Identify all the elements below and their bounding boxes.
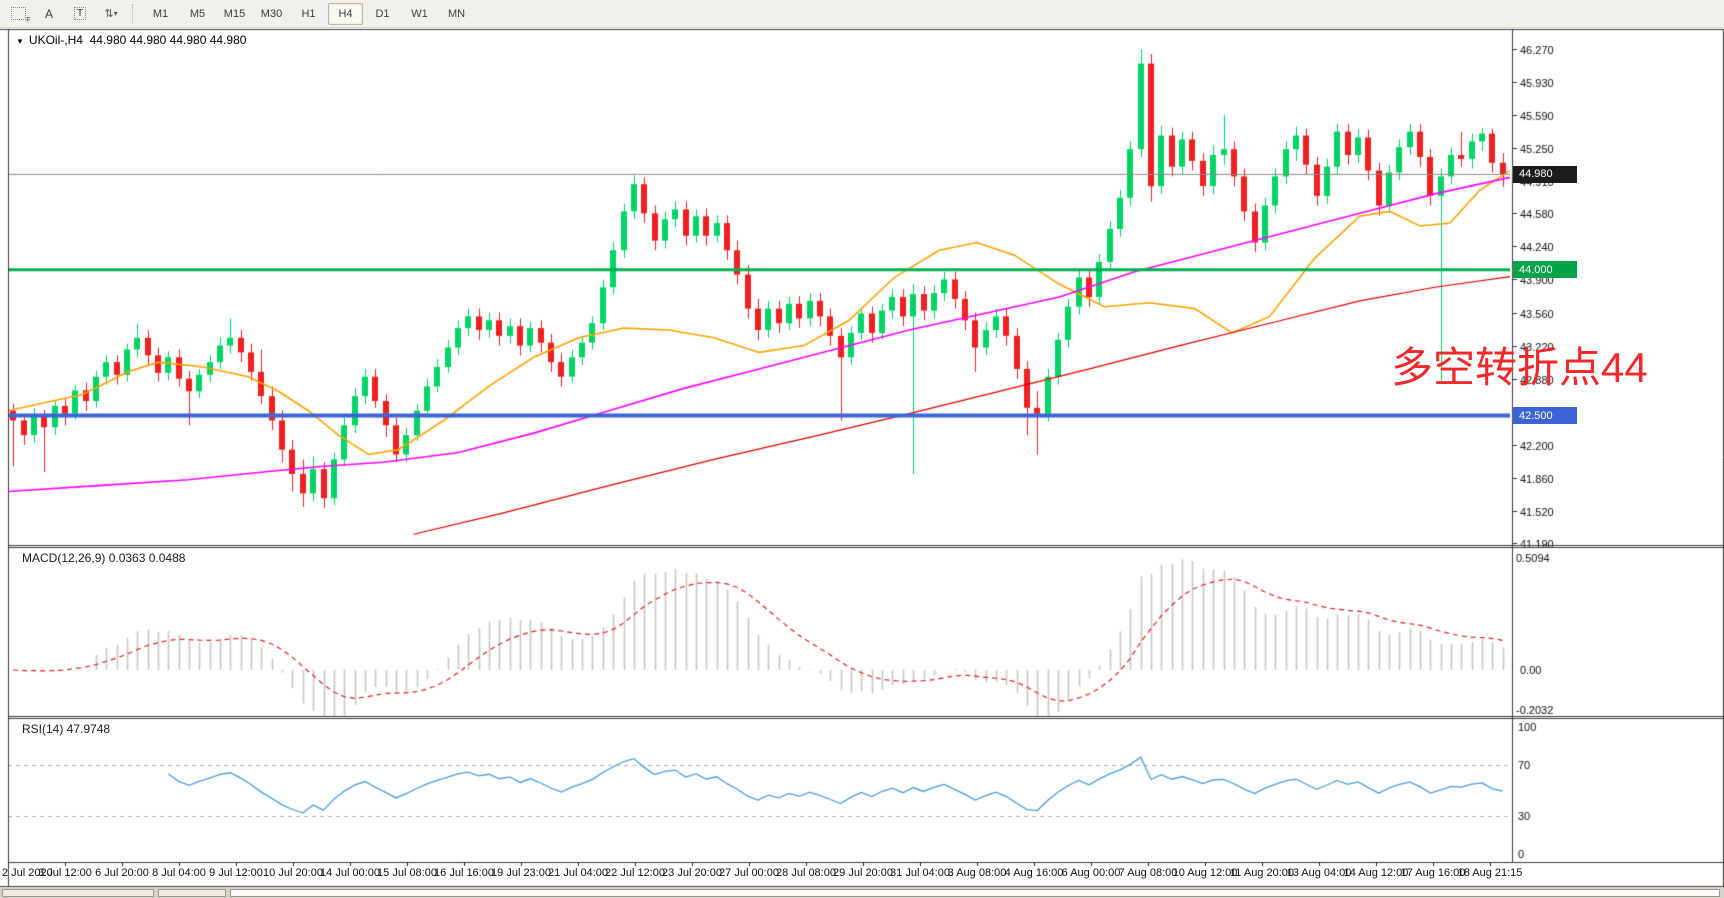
symbol-period-label: UKOil-,H4 <box>29 33 83 47</box>
bottom-tab[interactable] <box>158 889 226 897</box>
time-axis-label: 14 Jul 00:00 <box>320 867 380 879</box>
timeframe-button-m30[interactable]: M30 <box>254 3 289 25</box>
time-axis-label: 18 Aug 21:15 <box>1458 867 1523 879</box>
price-level-label-42.500: 42.500 <box>1513 407 1577 424</box>
time-axis-label: 15 Jul 08:00 <box>377 867 437 879</box>
time-axis-label: 16 Jul 16:00 <box>434 867 494 879</box>
time-axis-label: 3 Jul 12:00 <box>38 867 92 879</box>
time-axis-label: 10 Jul 20:00 <box>263 867 323 879</box>
bottom-panel <box>230 889 1720 897</box>
time-axis-label: 3 Aug 08:00 <box>948 867 1007 879</box>
timeframe-button-mn[interactable]: MN <box>439 3 474 25</box>
mt4-window: { "toolbar": { "icons": [ {"name":"chart… <box>0 0 1724 898</box>
time-axis-label: 28 Jul 08:00 <box>776 867 836 879</box>
chart-annotation-text: 多空转折点44 <box>1391 334 1648 395</box>
time-axis-label: 8 Jul 04:00 <box>152 867 206 879</box>
rsi-indicator-label: RSI(14) 47.9748 <box>22 722 110 736</box>
timeframe-toolbar: M1M5M15M30H1H4D1W1MN <box>142 3 475 25</box>
timeframe-button-h1[interactable]: H1 <box>291 3 326 25</box>
timeframe-button-m15[interactable]: M15 <box>217 3 252 25</box>
time-axis-label: 14 Aug 12:00 <box>1344 867 1409 879</box>
text-tool-icon[interactable]: T <box>67 2 93 25</box>
time-axis-label: 4 Aug 16:00 <box>1005 867 1064 879</box>
chevron-down-icon: ▾ <box>114 9 118 18</box>
time-axis-label: 27 Jul 00:00 <box>719 867 779 879</box>
collapse-triangle-icon: ▼ <box>16 37 24 46</box>
time-axis-label: 11 Aug 20:00 <box>1230 867 1294 879</box>
time-axis-label: 22 Jul 12:00 <box>605 867 665 879</box>
price-level-label-44.980: 44.980 <box>1513 166 1577 183</box>
chart-title[interactable]: ▼ UKOil-,H4 44.980 44.980 44.980 44.980 <box>16 33 246 47</box>
time-axis[interactable]: 2 Jul 20203 Jul 12:006 Jul 20:008 Jul 04… <box>0 867 1724 885</box>
time-axis-label: 6 Aug 00:00 <box>1062 867 1121 879</box>
time-axis-label: 19 Jul 23:00 <box>491 867 551 879</box>
timeframe-button-d1[interactable]: D1 <box>365 3 400 25</box>
timeframe-button-m5[interactable]: M5 <box>180 3 215 25</box>
time-axis-label: 23 Jul 20:00 <box>662 867 722 879</box>
ohlc-quotes: 44.980 44.980 44.980 44.980 <box>90 33 247 47</box>
chart-grid-icon[interactable] <box>5 2 31 25</box>
top-toolbar: A T ⇅▾ M1M5M15M30H1H4D1W1MN <box>0 0 1724 28</box>
time-axis-label: 10 Aug 12:00 <box>1173 867 1238 879</box>
timeframe-button-h4[interactable]: H4 <box>328 3 363 25</box>
font-tool-icon[interactable]: A <box>36 2 62 25</box>
time-axis-label: 29 Jul 20:00 <box>833 867 893 879</box>
macd-indicator-label: MACD(12,26,9) 0.0363 0.0488 <box>22 551 185 565</box>
chart-canvas[interactable] <box>0 0 1724 898</box>
timeframe-button-m1[interactable]: M1 <box>143 3 178 25</box>
bottom-tab[interactable] <box>2 889 154 897</box>
time-axis-label: 21 Jul 04:00 <box>548 867 608 879</box>
time-axis-label: 13 Aug 04:00 <box>1287 867 1352 879</box>
toolbar-separator <box>132 4 138 24</box>
timeframe-button-w1[interactable]: W1 <box>402 3 437 25</box>
time-axis-label: 17 Aug 16:00 <box>1401 867 1466 879</box>
bottom-tab-strip <box>0 888 1724 898</box>
cycle-lines-icon[interactable]: ⇅▾ <box>98 2 124 25</box>
price-level-label-44.000: 44.000 <box>1513 261 1577 278</box>
time-axis-label: 31 Jul 04:00 <box>890 867 950 879</box>
time-axis-label: 7 Aug 08:00 <box>1119 867 1178 879</box>
time-axis-label: 6 Jul 20:00 <box>95 867 149 879</box>
time-axis-label: 9 Jul 12:00 <box>209 867 263 879</box>
